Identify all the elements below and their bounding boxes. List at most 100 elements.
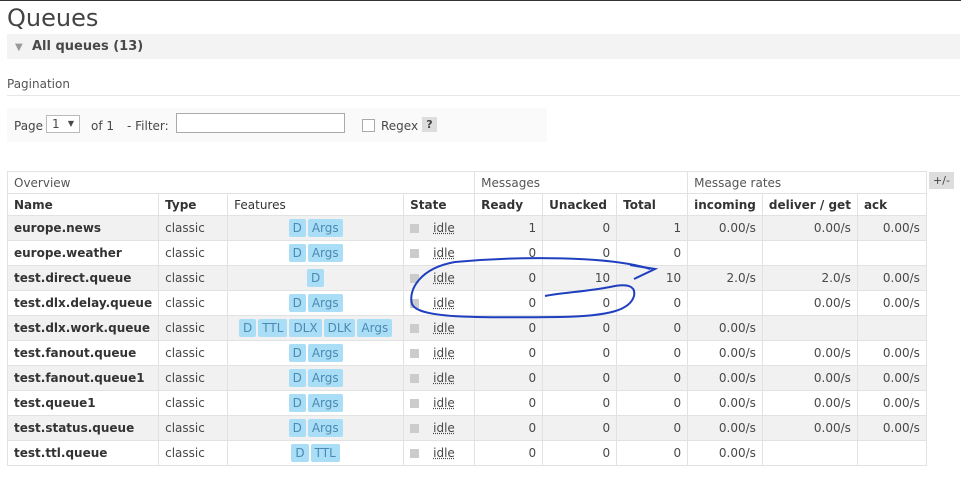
rate-ack: 0.00/s [856, 265, 927, 291]
queue-features: D [227, 265, 405, 291]
col-ack[interactable]: ack [856, 193, 927, 216]
state-label: idle [433, 246, 455, 260]
queue-features: D Args [227, 240, 405, 266]
col-unacked[interactable]: Unacked [542, 193, 618, 216]
rate-deliver-get [761, 315, 858, 341]
state-label: idle [433, 396, 455, 410]
queue-name-link[interactable]: europe.weather [6, 240, 160, 266]
rate-incoming [687, 240, 763, 266]
state-indicator-icon [410, 349, 420, 358]
queue-name-link[interactable]: europe.news [6, 215, 160, 241]
col-name[interactable]: Name [6, 193, 160, 216]
messages-ready: 0 [474, 340, 544, 366]
messages-ready: 0 [474, 365, 544, 391]
feature-tag: Args [307, 244, 343, 262]
page-title: Queues [7, 4, 99, 32]
rate-incoming: 0.00/s [687, 365, 763, 391]
queue-name-link[interactable]: test.queue1 [6, 390, 160, 416]
queue-state: idle [403, 415, 476, 441]
rate-incoming: 0.00/s [687, 415, 763, 441]
rate-deliver-get [761, 440, 858, 466]
messages-total: 10 [616, 265, 689, 291]
table-row: europe.weather classic D Args idle 0 0 0 [6, 240, 927, 266]
queue-state: idle [403, 315, 476, 341]
messages-total: 0 [616, 365, 689, 391]
feature-tag: D [307, 269, 325, 287]
filter-input[interactable] [176, 113, 345, 133]
column-toggle-button[interactable]: +/- [929, 172, 954, 189]
feature-tag: Args [307, 344, 343, 362]
queue-name-link[interactable]: test.fanout.queue1 [6, 365, 160, 391]
messages-unacked: 0 [542, 290, 618, 316]
queue-type: classic [158, 440, 229, 466]
state-label: idle [433, 421, 455, 435]
queue-name-link[interactable]: test.direct.queue [6, 265, 160, 291]
col-type[interactable]: Type [158, 193, 229, 216]
rate-deliver-get: 0.00/s [761, 390, 858, 416]
queue-name-link[interactable]: test.dlx.delay.queue [6, 290, 160, 316]
messages-unacked: 0 [542, 415, 618, 441]
col-features: Features [227, 193, 405, 216]
col-state[interactable]: State [403, 193, 476, 216]
table-row: test.ttl.queue classic D TTL idle 0 0 0 0.00/s [6, 440, 927, 466]
help-icon[interactable]: ? [422, 117, 437, 132]
messages-total: 1 [616, 215, 689, 241]
section-label: All queues (13) [32, 39, 144, 54]
rate-ack: 0.00/s [856, 215, 927, 241]
queue-type: classic [158, 315, 229, 341]
queue-name-link[interactable]: test.ttl.queue [6, 440, 160, 466]
state-indicator-icon [410, 299, 420, 308]
messages-unacked: 10 [542, 265, 618, 291]
state-indicator-icon [410, 324, 420, 333]
regex-label: Regex [381, 119, 419, 133]
rate-ack: 0.00/s [856, 290, 927, 316]
all-queues-section-toggle[interactable]: ▼ All queues (13) [7, 34, 960, 59]
queue-name-link[interactable]: test.status.queue [6, 415, 160, 441]
feature-tag: Args [307, 294, 343, 312]
messages-ready: 0 [474, 390, 544, 416]
pagination-label: Pagination [7, 77, 70, 91]
pagination-bar: Page 1 ▼ of 1 - Filter: Regex ? [7, 108, 547, 142]
state-indicator-icon [410, 274, 420, 283]
rate-deliver-get: 0.00/s [761, 365, 858, 391]
messages-total: 0 [616, 415, 689, 441]
state-indicator-icon [410, 449, 420, 458]
page-select-value: 1 [52, 117, 60, 131]
queue-features: D Args [227, 415, 405, 441]
messages-ready: 0 [474, 315, 544, 341]
messages-total: 0 [616, 240, 689, 266]
queue-state: idle [403, 365, 476, 391]
state-label: idle [433, 371, 455, 385]
page-select[interactable]: 1 ▼ [46, 115, 80, 133]
queue-name-link[interactable]: test.fanout.queue [6, 340, 160, 366]
top-border [0, 0, 961, 1]
feature-tag: D [288, 244, 306, 262]
messages-ready: 0 [474, 440, 544, 466]
rate-incoming: 2.0/s [687, 265, 763, 291]
queue-name-link[interactable]: test.dlx.work.queue [6, 315, 160, 341]
rate-incoming [687, 290, 763, 316]
feature-tag: D [288, 294, 306, 312]
rate-incoming: 0.00/s [687, 315, 763, 341]
queue-type: classic [158, 365, 229, 391]
state-indicator-icon [410, 374, 420, 383]
regex-checkbox[interactable] [362, 119, 375, 132]
state-label: idle [433, 271, 455, 285]
state-label: idle [433, 221, 455, 235]
queue-type: classic [158, 340, 229, 366]
col-total[interactable]: Total [616, 193, 689, 216]
queue-type: classic [158, 265, 229, 291]
col-ready[interactable]: Ready [474, 193, 544, 216]
queue-features: D TTL [227, 440, 405, 466]
feature-tag: D [288, 419, 306, 437]
state-label: idle [433, 446, 455, 460]
table-row: test.dlx.delay.queue classic D Args idle 0 0 0 0… [6, 290, 927, 316]
feature-tag: Args [307, 369, 343, 387]
col-incoming[interactable]: incoming [687, 193, 763, 216]
col-deliver-get[interactable]: deliver / get [761, 193, 858, 216]
messages-unacked: 0 [542, 315, 618, 341]
table-row: test.fanout.queue classic D Args idle 0 0 0 0.00… [6, 340, 927, 366]
messages-ready: 0 [474, 240, 544, 266]
rate-incoming: 0.00/s [687, 440, 763, 466]
rate-ack [856, 240, 927, 266]
